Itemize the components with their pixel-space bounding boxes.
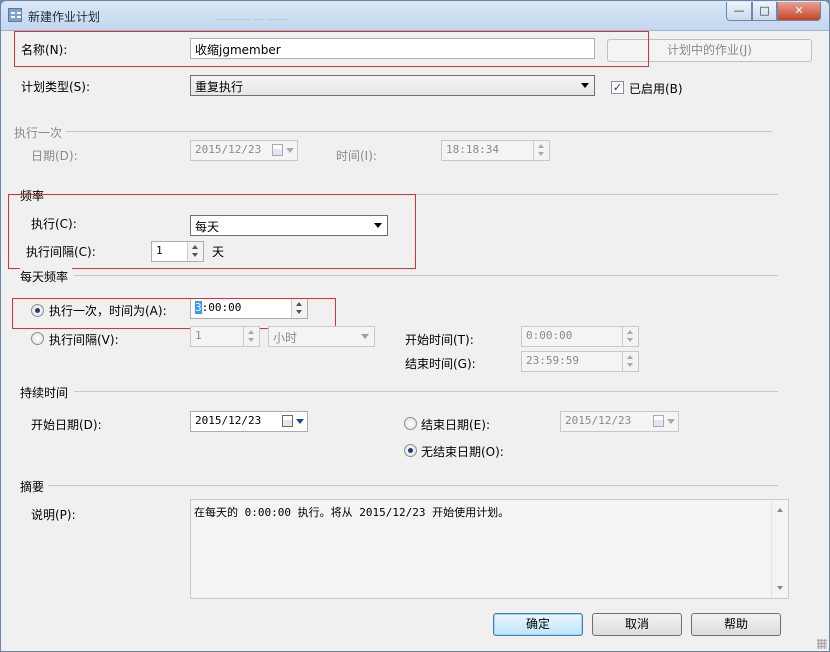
chevron-down-icon	[361, 334, 369, 339]
summary-section-header: 摘要	[20, 478, 780, 495]
title-bar[interactable]: 新建作业计划 _______ __ ____ — □ ✕	[1, 1, 829, 31]
end-date-value: 2015/12/23	[565, 414, 632, 427]
minimize-button[interactable]: —	[726, 2, 752, 21]
name-label: 名称(N):	[21, 43, 68, 57]
recurs-every-input[interactable]: 1	[151, 241, 204, 262]
schedule-type-value: 重复执行	[195, 80, 244, 94]
scroll-down-icon[interactable]	[777, 586, 783, 590]
occurs-label: 执行(C):	[31, 217, 77, 231]
frequency-section-header: 频率	[20, 187, 780, 204]
start-date-picker[interactable]: 2015/12/23	[190, 411, 308, 432]
maximize-button[interactable]: □	[752, 2, 777, 21]
no-end-date-radio[interactable]	[404, 444, 417, 457]
ok-button[interactable]: 确定	[493, 613, 583, 636]
calendar-icon[interactable]	[282, 415, 304, 428]
summary-section-title: 摘要	[20, 478, 49, 495]
one-time-date-value: 2015/12/23	[195, 143, 262, 156]
section-divider	[48, 485, 778, 486]
name-input[interactable]: 收缩jgmember	[190, 38, 595, 59]
description-label: 说明(P):	[31, 508, 76, 522]
schedule-type-label: 计划类型(S):	[21, 80, 91, 94]
spinner-arrows-icon[interactable]	[533, 141, 549, 160]
window-title: 新建作业计划	[28, 10, 101, 24]
description-textarea[interactable]: 在每天的 0:00:00 执行。将从 2015/12/23 开始使用计划。	[190, 499, 789, 599]
duration-section-header: 持续时间	[20, 384, 780, 401]
section-divider	[74, 275, 778, 276]
recurs-every-label: 执行间隔(C):	[26, 245, 96, 259]
daily-frequency-section-header: 每天频率	[20, 268, 780, 285]
section-divider	[74, 391, 778, 392]
end-date-picker[interactable]: 2015/12/23	[560, 411, 679, 432]
jobs-in-schedule-button[interactable]: 计划中的作业(J)	[607, 39, 812, 62]
description-text: 在每天的 0:00:00 执行。将从 2015/12/23 开始使用计划。	[194, 506, 510, 519]
daily-frequency-section-title: 每天频率	[20, 268, 73, 285]
frequency-section-title: 频率	[20, 187, 49, 204]
occurs-once-time-input[interactable]: 3:00:00	[190, 298, 308, 319]
one-time-time-value: 18:18:34	[446, 143, 499, 156]
end-date-label: 结束日期(E):	[421, 418, 490, 432]
start-time-label: 开始时间(T):	[405, 333, 474, 347]
occurs-every-label: 执行间隔(V):	[49, 333, 119, 347]
start-time-value: 0:00:00	[526, 329, 573, 342]
resize-grip-icon[interactable]	[817, 639, 827, 649]
job-schedule-dialog: 新建作业计划 _______ __ ____ — □ ✕ 名称(N): 收缩jg…	[0, 0, 830, 652]
end-time-label: 结束时间(G):	[405, 357, 476, 371]
occurs-once-hour-selected: 3	[195, 301, 202, 314]
spinner-arrows-icon[interactable]	[291, 299, 307, 318]
spinner-arrows-icon[interactable]	[622, 327, 638, 346]
recurs-every-unit: 天	[212, 245, 225, 259]
calendar-icon[interactable]	[653, 415, 675, 428]
one-time-time-input[interactable]: 18:18:34	[441, 140, 550, 161]
one-time-time-label: 时间(I):	[336, 149, 377, 163]
spinner-arrows-icon[interactable]	[243, 327, 259, 346]
duration-section-title: 持续时间	[20, 384, 73, 401]
background-window-ghost-text: _______ __ ____	[216, 10, 288, 21]
schedule-grid-icon	[8, 8, 22, 22]
start-date-label: 开始日期(D):	[31, 418, 102, 432]
occurs-every-value: 1	[195, 329, 202, 342]
occurs-once-time-rest: :00:00	[201, 301, 242, 314]
occurs-every-unit-value: 小时	[273, 331, 298, 345]
occurs-every-input[interactable]: 1	[190, 326, 260, 347]
occurs-select[interactable]: 每天	[190, 215, 388, 236]
description-scrollbar[interactable]	[771, 500, 788, 598]
cancel-button[interactable]: 取消	[592, 613, 682, 636]
chevron-down-icon	[374, 223, 382, 228]
start-date-value: 2015/12/23	[195, 414, 262, 427]
occurs-every-unit-select[interactable]: 小时	[268, 326, 375, 347]
scroll-up-icon[interactable]	[777, 508, 783, 512]
chevron-down-icon	[581, 83, 589, 88]
help-button[interactable]: 帮助	[691, 613, 781, 636]
enabled-label: 已启用(B)	[629, 82, 683, 96]
occurs-every-radio[interactable]	[31, 332, 44, 345]
one-time-section-header: 执行一次	[14, 124, 774, 141]
start-time-input[interactable]: 0:00:00	[521, 326, 639, 347]
enabled-checkbox[interactable]: ✓	[611, 81, 624, 94]
section-divider	[64, 131, 772, 132]
no-end-date-label: 无结束日期(O):	[421, 445, 504, 459]
section-divider	[46, 194, 778, 195]
calendar-icon[interactable]	[272, 144, 294, 157]
spinner-arrows-icon[interactable]	[622, 352, 638, 371]
end-date-radio[interactable]	[404, 417, 417, 430]
schedule-type-select[interactable]: 重复执行	[190, 75, 595, 96]
one-time-date-picker[interactable]: 2015/12/23	[190, 140, 298, 161]
one-time-date-label: 日期(D):	[31, 149, 78, 163]
close-button[interactable]: ✕	[777, 2, 821, 21]
occurs-value: 每天	[195, 220, 220, 234]
end-time-input[interactable]: 23:59:59	[521, 351, 639, 372]
end-time-value: 23:59:59	[526, 354, 579, 367]
recurs-every-value: 1	[156, 244, 163, 257]
occurs-once-radio[interactable]	[31, 304, 44, 317]
one-time-section-title: 执行一次	[14, 124, 67, 141]
spinner-arrows-icon[interactable]	[187, 242, 203, 261]
occurs-once-label: 执行一次，时间为(A):	[49, 304, 167, 318]
